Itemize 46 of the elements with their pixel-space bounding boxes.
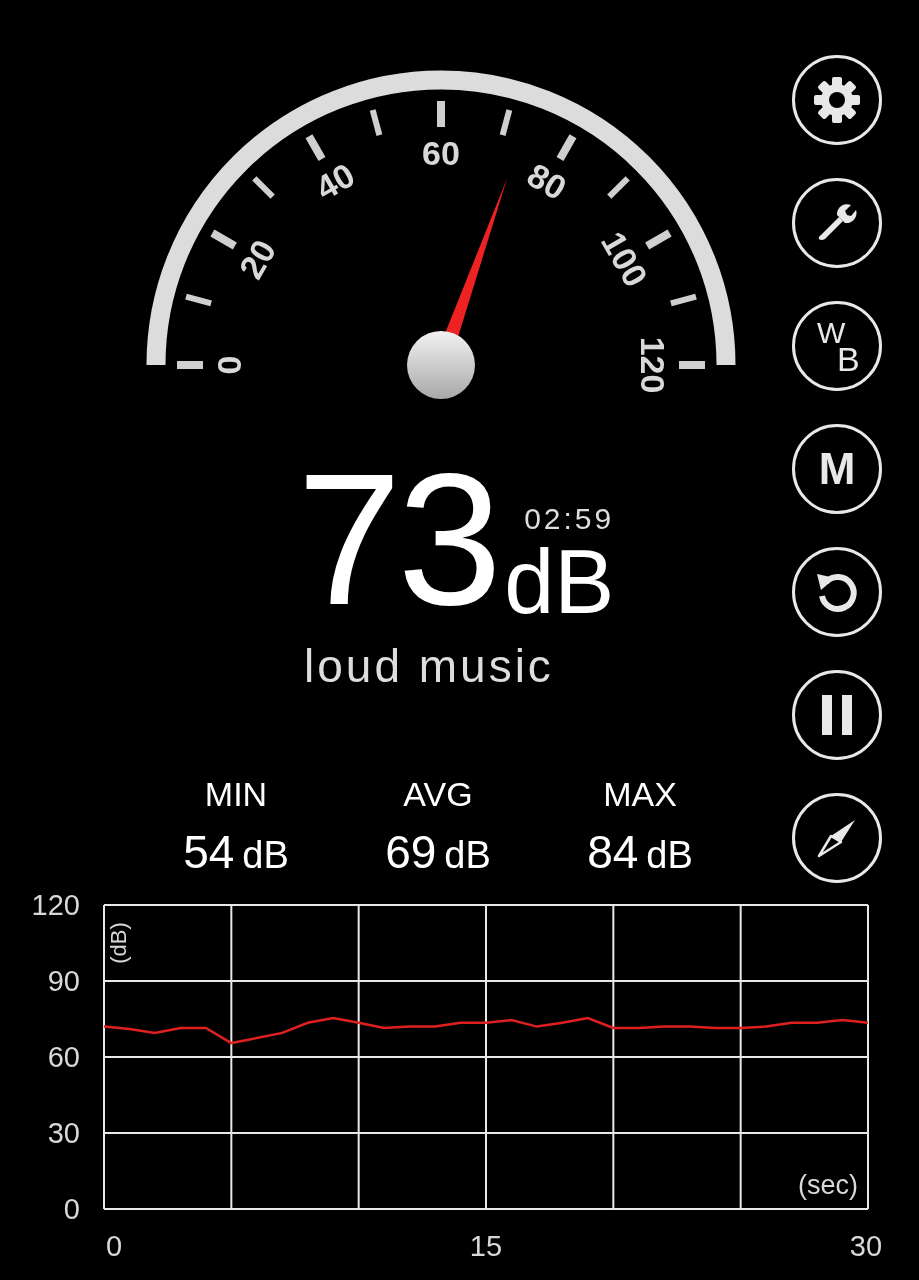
axis-label: 30 [849, 1230, 883, 1262]
sound-level-reading: 73 [297, 445, 499, 633]
scale-label: 60 [422, 134, 460, 172]
tick-mark [670, 293, 697, 307]
elapsed-time: 02:59 [524, 504, 615, 534]
settings-icon [813, 76, 861, 124]
scale-label: 40 [309, 155, 361, 208]
scale-label: 20 [231, 233, 284, 285]
tick-mark [607, 176, 630, 199]
axis-label: 30 [47, 1117, 80, 1149]
tick-mark [556, 134, 577, 161]
scale-label: 100 [593, 224, 656, 294]
axis-title: (dB) [105, 922, 131, 964]
compass-icon [817, 818, 857, 858]
tick-mark [185, 293, 212, 307]
axis-label: 90 [47, 965, 80, 997]
stat-unit: dB [242, 833, 289, 878]
tick-mark [210, 229, 237, 250]
axis-title: (sec) [798, 1170, 858, 1200]
axis-label: 120 [31, 889, 80, 921]
stat-unit: dB [646, 833, 693, 878]
axis-label: 0 [105, 1230, 123, 1262]
tick-mark [369, 109, 383, 136]
axis-label: 15 [469, 1230, 503, 1262]
mode-button[interactable]: M [792, 424, 882, 514]
mode-button[interactable]: W B [792, 301, 882, 391]
stat-label: MIN [204, 777, 268, 811]
axis-label: 60 [47, 1041, 80, 1073]
needle-hub [407, 331, 475, 399]
tick-mark [499, 109, 513, 136]
axis-label: 0 [63, 1193, 80, 1225]
pause-icon [820, 695, 854, 735]
stat-unit: dB [444, 833, 491, 878]
tick-mark [252, 176, 275, 199]
stat-label: AVG [403, 777, 473, 811]
stat-value: 84 [587, 829, 639, 875]
scale-label: 0 [210, 355, 248, 375]
stat-value: 54 [183, 829, 235, 875]
scale-label: 120 [634, 336, 672, 394]
tick-mark [305, 134, 326, 161]
stat-label: MAX [603, 777, 677, 811]
tick-mark [645, 229, 672, 250]
noise-description: loud music [304, 643, 554, 689]
unit-label: dB [504, 542, 615, 623]
stat-value: 69 [385, 829, 437, 875]
scale-label: 80 [521, 155, 573, 208]
